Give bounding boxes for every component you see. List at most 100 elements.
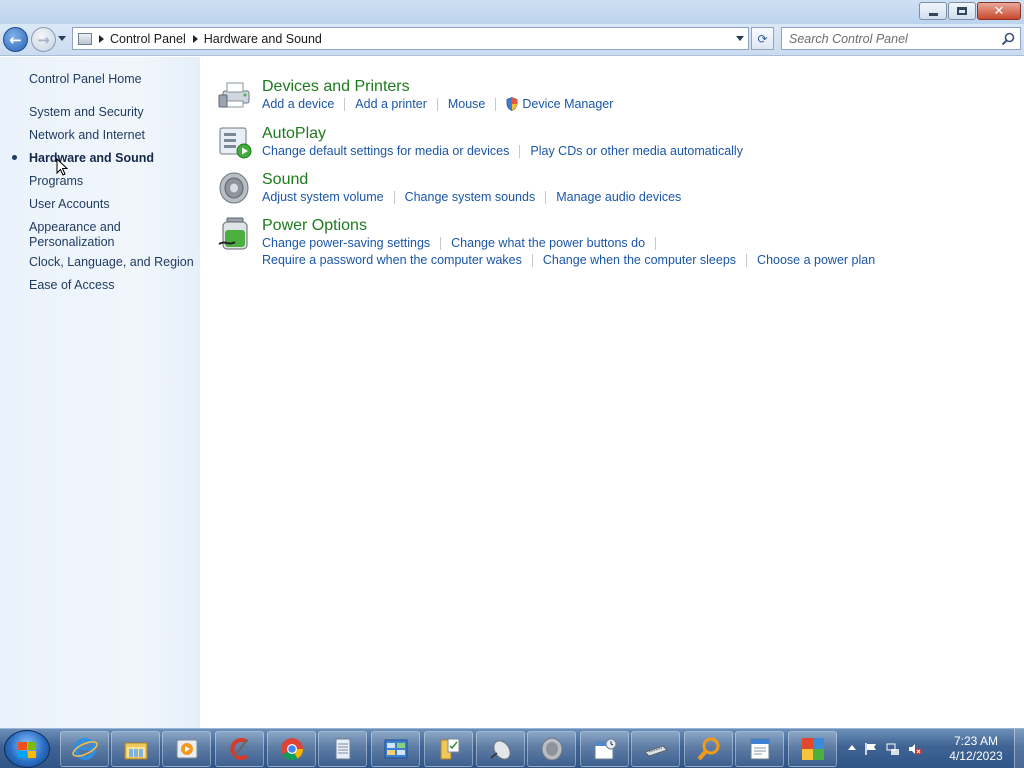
folder-tasks-icon xyxy=(440,738,459,760)
close-button[interactable]: ✕ xyxy=(977,2,1021,20)
document-icon xyxy=(750,738,769,760)
taskbar-media-player[interactable] xyxy=(162,731,211,767)
taskbar-folder-tasks[interactable] xyxy=(424,731,473,767)
choose-a-power-plan-link[interactable]: Choose a power plan xyxy=(757,253,875,267)
change-default-media-settings-link[interactable]: Change default settings for media or dev… xyxy=(262,144,509,158)
taskbar-search[interactable] xyxy=(684,731,733,767)
autoplay-links: Change default settings for media or dev… xyxy=(262,144,743,158)
search-input[interactable] xyxy=(782,31,992,46)
taskbar-windows-explorer[interactable] xyxy=(111,731,160,767)
link-separator xyxy=(495,97,497,111)
action-center-flag-icon[interactable] xyxy=(864,742,878,756)
nav-network-and-internet[interactable]: Network and Internet xyxy=(29,128,145,143)
clock-time: 7:23 AM xyxy=(953,734,999,748)
taskbar-keyboard[interactable] xyxy=(631,731,680,767)
navigation-bar: ← → Control Panel Hardware and Sound ⟳ xyxy=(0,24,1024,56)
nav-clock-language-region[interactable]: Clock, Language, and Region xyxy=(29,255,194,270)
manage-audio-devices-link[interactable]: Manage audio devices xyxy=(556,190,681,204)
windows-explorer-icon xyxy=(124,742,147,760)
caption-buttons: ✕ xyxy=(919,2,1021,20)
control-panel-icon xyxy=(78,32,92,45)
internet-explorer-icon xyxy=(71,738,98,760)
ccleaner-icon xyxy=(229,738,248,760)
link-separator xyxy=(440,236,442,250)
taskbar-chrome[interactable] xyxy=(267,731,316,767)
window-titlebar: ✕ xyxy=(0,0,1024,24)
minimize-icon xyxy=(928,12,938,16)
show-desktop-button[interactable] xyxy=(1014,729,1024,768)
search-magnifier-icon xyxy=(696,737,719,761)
control-panel-home-link[interactable]: Control Panel Home xyxy=(29,72,142,87)
windows-logo-icon xyxy=(18,742,36,758)
add-a-printer-link[interactable]: Add a printer xyxy=(355,97,427,111)
battery-icon[interactable] xyxy=(217,216,253,252)
forward-button[interactable]: → xyxy=(31,27,56,52)
taskbar-mouse-settings[interactable] xyxy=(476,731,525,767)
speaker-icon xyxy=(541,737,562,761)
show-hidden-icons-icon[interactable] xyxy=(848,745,856,750)
taskbar-document[interactable] xyxy=(735,731,784,767)
restore-button[interactable] xyxy=(948,2,976,20)
mouse-cursor-icon xyxy=(56,158,68,176)
autoplay-icon[interactable] xyxy=(217,124,253,160)
devices-and-printers-title[interactable]: Devices and Printers xyxy=(262,77,410,97)
address-dropdown-icon[interactable] xyxy=(736,36,744,41)
nav-programs[interactable]: Programs xyxy=(29,174,83,189)
adjust-system-volume-link[interactable]: Adjust system volume xyxy=(262,190,384,204)
change-system-sounds-link[interactable]: Change system sounds xyxy=(405,190,536,204)
taskbar-control-panel[interactable] xyxy=(371,731,420,767)
mouse-link[interactable]: Mouse xyxy=(448,97,486,111)
nav-ease-of-access[interactable]: Ease of Access xyxy=(29,278,114,293)
volume-muted-icon[interactable] xyxy=(908,742,922,756)
taskbar-date-time[interactable] xyxy=(580,731,629,767)
search-icon[interactable] xyxy=(1001,32,1015,46)
address-bar[interactable]: Control Panel Hardware and Sound xyxy=(72,27,749,50)
system-tray: 7:23 AM 4/12/2023 xyxy=(840,729,1024,768)
nav-hardware-and-sound[interactable]: Hardware and Sound xyxy=(29,151,154,166)
taskbar-sound[interactable] xyxy=(527,731,576,767)
sound-links: Adjust system volume Change system sound… xyxy=(262,190,681,204)
sound-title[interactable]: Sound xyxy=(262,170,308,190)
change-when-computer-sleeps-link[interactable]: Change when the computer sleeps xyxy=(543,253,736,267)
breadcrumb-hardware-and-sound[interactable]: Hardware and Sound xyxy=(204,32,322,46)
breadcrumb-control-panel[interactable]: Control Panel xyxy=(110,32,186,46)
speaker-icon[interactable] xyxy=(217,170,253,206)
close-icon: ✕ xyxy=(993,3,1005,19)
change-power-buttons-link[interactable]: Change what the power buttons do xyxy=(451,236,645,250)
taskbar-notepad[interactable] xyxy=(318,731,367,767)
device-manager-link[interactable]: Device Manager xyxy=(522,97,613,111)
require-password-on-wake-link[interactable]: Require a password when the computer wak… xyxy=(262,253,522,267)
link-separator xyxy=(655,236,657,250)
network-icon[interactable] xyxy=(886,742,900,756)
recent-pages-dropdown[interactable] xyxy=(58,36,66,41)
nav-appearance-and-personalization[interactable]: Appearance and Personalization xyxy=(29,220,139,250)
back-arrow-icon: ← xyxy=(9,30,22,49)
change-power-saving-settings-link[interactable]: Change power-saving settings xyxy=(262,236,430,250)
refresh-button[interactable]: ⟳ xyxy=(751,27,774,50)
search-box[interactable] xyxy=(781,27,1021,50)
link-separator xyxy=(393,190,395,204)
avg-icon xyxy=(801,738,824,760)
breadcrumb-chevron-icon[interactable] xyxy=(99,34,104,43)
nav-system-and-security[interactable]: System and Security xyxy=(29,105,144,120)
back-button[interactable]: ← xyxy=(3,27,28,52)
taskbar-avg[interactable] xyxy=(788,731,837,767)
main-content: Devices and Printers Add a device Add a … xyxy=(200,57,1024,728)
taskbar-clock[interactable]: 7:23 AM 4/12/2023 xyxy=(936,734,1016,764)
nav-user-accounts[interactable]: User Accounts xyxy=(29,197,110,212)
link-separator xyxy=(545,190,547,204)
add-a-device-link[interactable]: Add a device xyxy=(262,97,334,111)
play-cds-automatically-link[interactable]: Play CDs or other media automatically xyxy=(530,144,743,158)
chrome-icon xyxy=(280,738,303,760)
power-options-links-row2: Require a password when the computer wak… xyxy=(262,253,875,267)
printer-icon[interactable] xyxy=(217,77,253,113)
devices-and-printers-links: Add a device Add a printer Mouse Device … xyxy=(262,97,613,111)
taskbar: 7:23 AM 4/12/2023 xyxy=(0,728,1024,768)
minimize-button[interactable] xyxy=(919,2,947,20)
taskbar-internet-explorer[interactable] xyxy=(60,731,109,767)
breadcrumb-chevron-icon[interactable] xyxy=(192,34,198,43)
start-button[interactable] xyxy=(4,730,50,768)
autoplay-title[interactable]: AutoPlay xyxy=(262,124,326,144)
power-options-title[interactable]: Power Options xyxy=(262,216,367,236)
taskbar-ccleaner[interactable] xyxy=(215,731,264,767)
